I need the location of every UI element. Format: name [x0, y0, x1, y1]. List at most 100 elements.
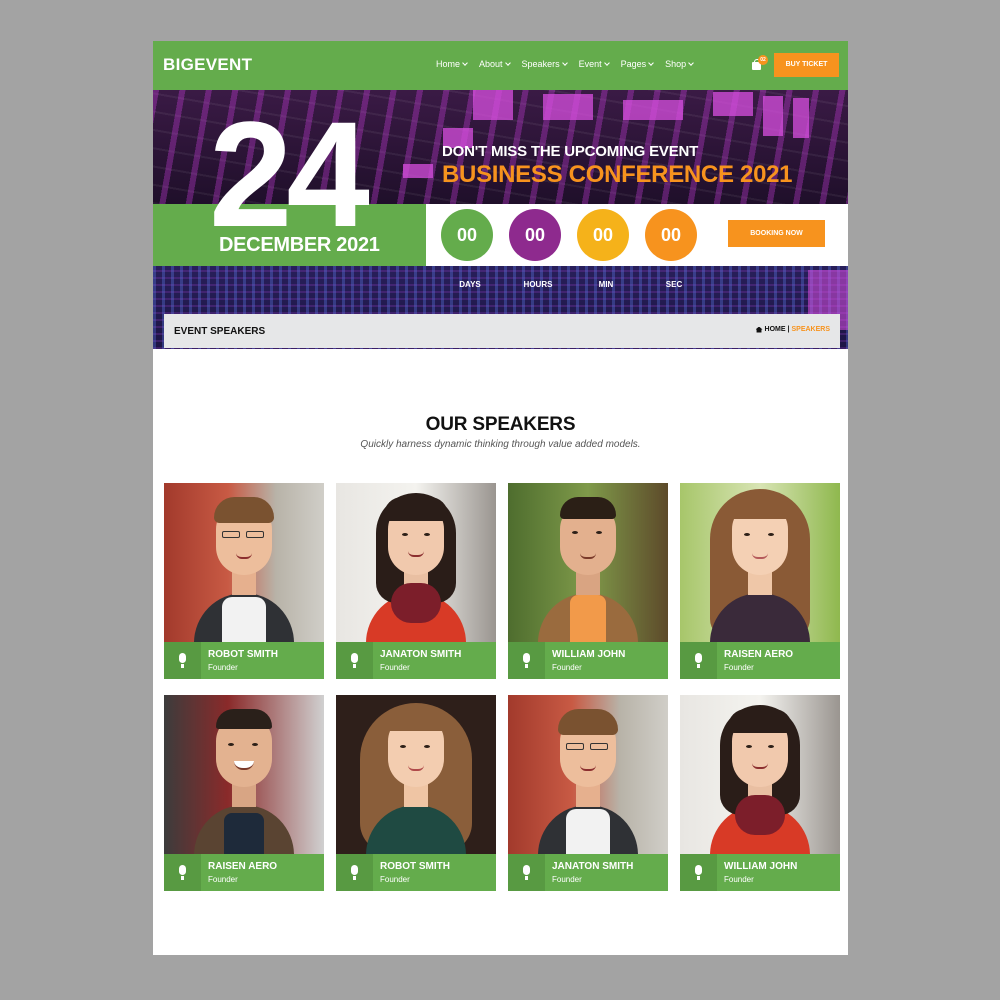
countdown-label: HOURS	[523, 280, 553, 289]
nav-label: Pages	[620, 59, 647, 69]
stage-light	[793, 98, 809, 138]
breadcrumb-home-link[interactable]: HOME	[765, 326, 786, 333]
microphone-icon	[336, 854, 373, 891]
site-logo[interactable]: BIGEVENT	[163, 55, 252, 75]
speaker-role: Founder	[552, 875, 582, 884]
speaker-card[interactable]: RAISEN AERO Founder	[680, 483, 840, 679]
microphone-icon	[508, 642, 545, 679]
countdown-label: DAYS	[459, 280, 481, 289]
page-title: EVENT SPEAKERS	[174, 326, 266, 337]
stage-light	[403, 164, 433, 178]
speaker-name[interactable]: RAISEN AERO	[724, 649, 793, 660]
countdown-label: MIN	[598, 280, 614, 289]
speaker-card[interactable]: WILLIAM JOHN Founder	[508, 483, 668, 679]
chevron-down-icon	[648, 59, 654, 66]
speaker-info: JANATON SMITH Founder	[508, 854, 668, 891]
stage-light	[763, 96, 783, 136]
cart-count-badge: 02	[758, 55, 768, 65]
event-month-year: DECEMBER 2021	[219, 234, 380, 256]
nav-event[interactable]: Event	[578, 59, 610, 69]
chevron-down-icon	[462, 59, 468, 66]
stage-light	[543, 94, 593, 120]
countdown-hours: 00	[509, 209, 561, 261]
speaker-card[interactable]: JANATON SMITH Founder	[508, 695, 668, 891]
speaker-card[interactable]: RAISEN AERO Founder	[164, 695, 324, 891]
speaker-name[interactable]: RAISEN AERO	[208, 861, 277, 872]
booking-now-button[interactable]: BOOKING NOW	[728, 220, 825, 247]
speaker-name[interactable]: JANATON SMITH	[380, 649, 461, 660]
countdown-min: 00	[577, 209, 629, 261]
nav-label: Home	[436, 59, 461, 69]
speaker-info: JANATON SMITH Founder	[336, 642, 496, 679]
speaker-role: Founder	[380, 875, 410, 884]
countdown-label: SEC	[665, 280, 683, 289]
event-day: 24	[209, 90, 370, 258]
stage-light	[623, 100, 683, 120]
nav-pages[interactable]: Pages	[621, 59, 654, 69]
breadcrumb-bar: EVENT SPEAKERS HOME | SPEAKERS	[164, 314, 840, 348]
speaker-name[interactable]: ROBOT SMITH	[208, 649, 278, 660]
countdown-days: 00	[441, 209, 493, 261]
main-nav: Home About Speakers Event Pages Shop	[436, 59, 705, 69]
speaker-role: Founder	[208, 875, 238, 884]
speaker-role: Founder	[380, 663, 410, 672]
nav-label: About	[479, 59, 503, 69]
cart-button[interactable]: 02	[751, 55, 768, 72]
chevron-down-icon	[504, 59, 511, 66]
speaker-photo	[336, 695, 496, 854]
nav-home[interactable]: Home	[436, 59, 468, 69]
speaker-role: Founder	[724, 663, 754, 672]
speaker-info: ROBOT SMITH Founder	[164, 642, 324, 679]
speaker-card[interactable]: WILLIAM JOHN Founder	[680, 695, 840, 891]
microphone-icon	[680, 642, 717, 679]
hero-banner: 24 DECEMBER 2021 DON'T MISS THE UPCOMING…	[153, 90, 848, 349]
speaker-card[interactable]: ROBOT SMITH Founder	[164, 483, 324, 679]
breadcrumb: HOME | SPEAKERS	[755, 326, 830, 333]
speaker-card[interactable]: JANATON SMITH Founder	[336, 483, 496, 679]
microphone-icon	[164, 854, 201, 891]
speaker-role: Founder	[724, 875, 754, 884]
speaker-role: Founder	[208, 663, 238, 672]
section-subtitle: Quickly harness dynamic thinking through…	[360, 439, 641, 450]
speaker-photo	[508, 483, 668, 642]
speaker-photo	[680, 695, 840, 854]
microphone-icon	[336, 642, 373, 679]
speaker-name[interactable]: JANATON SMITH	[552, 861, 633, 872]
chevron-down-icon	[561, 59, 568, 66]
speaker-role: Founder	[552, 663, 582, 672]
stage-light	[713, 92, 753, 116]
speaker-name[interactable]: ROBOT SMITH	[380, 861, 450, 872]
page: BIGEVENT Home About Speakers Event Pages…	[153, 41, 848, 955]
breadcrumb-current: SPEAKERS	[791, 326, 830, 333]
chevron-down-icon	[688, 59, 694, 66]
nav-about[interactable]: About	[479, 59, 511, 69]
speaker-photo	[164, 483, 324, 642]
section-title: OUR SPEAKERS	[425, 414, 576, 435]
speaker-photo	[680, 483, 840, 642]
speaker-name[interactable]: WILLIAM JOHN	[552, 649, 625, 660]
nav-label: Speakers	[521, 59, 560, 69]
breadcrumb-separator: |	[787, 326, 790, 333]
nav-speakers[interactable]: Speakers	[521, 59, 568, 69]
chevron-down-icon	[603, 59, 610, 66]
top-navbar: BIGEVENT Home About Speakers Event Pages…	[153, 41, 848, 90]
nav-label: Shop	[665, 59, 687, 69]
speaker-info: WILLIAM JOHN Founder	[680, 854, 840, 891]
speaker-photo	[336, 483, 496, 642]
speaker-info: RAISEN AERO Founder	[164, 854, 324, 891]
buy-ticket-button[interactable]: BUY TICKET	[774, 53, 839, 77]
speaker-card[interactable]: ROBOT SMITH Founder	[336, 695, 496, 891]
microphone-icon	[164, 642, 201, 679]
home-icon	[755, 326, 763, 333]
microphone-icon	[508, 854, 545, 891]
stage-light	[473, 90, 513, 120]
microphone-icon	[680, 854, 717, 891]
hero-title: BUSINESS CONFERENCE 2021	[442, 161, 793, 188]
speaker-photo	[508, 695, 668, 854]
nav-label: Event	[578, 59, 602, 69]
speaker-info: WILLIAM JOHN Founder	[508, 642, 668, 679]
speaker-info: RAISEN AERO Founder	[680, 642, 840, 679]
speaker-name[interactable]: WILLIAM JOHN	[724, 861, 797, 872]
nav-shop[interactable]: Shop	[665, 59, 694, 69]
speaker-info: ROBOT SMITH Founder	[336, 854, 496, 891]
